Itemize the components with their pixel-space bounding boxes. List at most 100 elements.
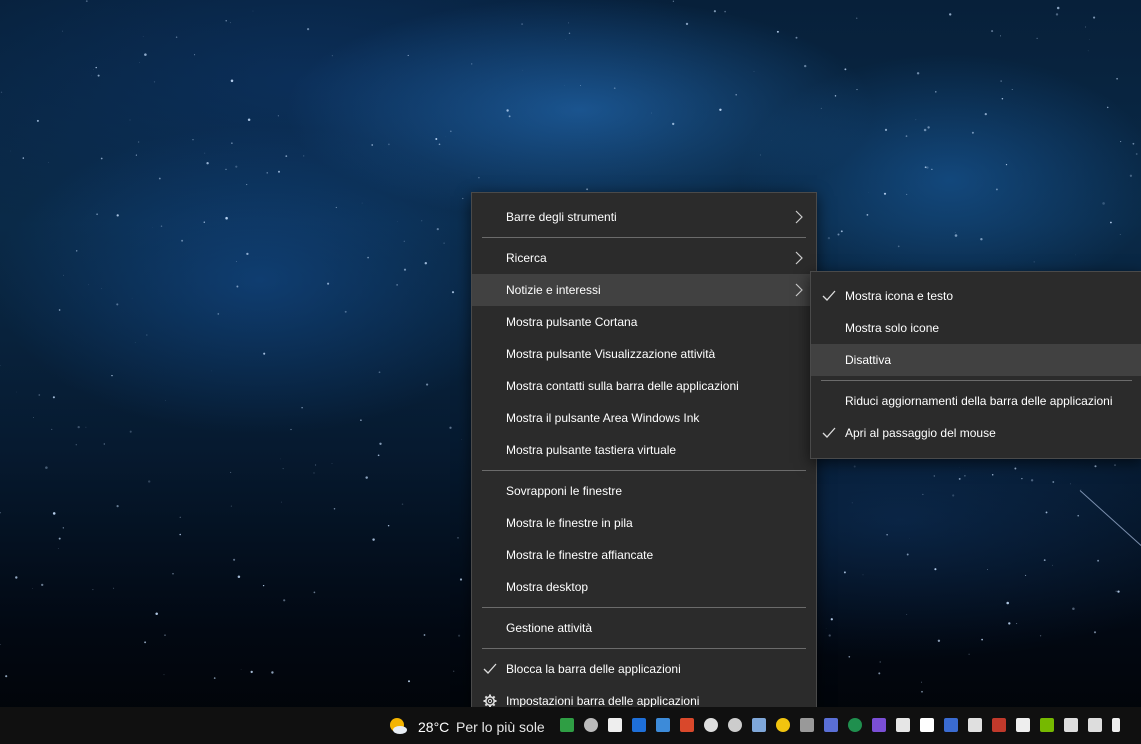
star — [1011, 88, 1013, 90]
menu-item-cascade[interactable]: Sovrapponi le finestre — [472, 475, 816, 507]
app-icon[interactable] — [728, 718, 742, 732]
checkmark-icon — [822, 290, 836, 301]
submenu-item-icon-and-text[interactable]: Mostra icona e testo — [811, 280, 1141, 312]
star — [407, 680, 411, 683]
menu-item-side-by-side[interactable]: Mostra le finestre affiancate — [472, 539, 816, 571]
app-icon[interactable] — [872, 718, 886, 732]
menu-item-stacked[interactable]: Mostra le finestre in pila — [472, 507, 816, 539]
star — [923, 128, 927, 132]
menu-item-contacts[interactable]: Mostra contatti sulla barra delle applic… — [472, 370, 816, 402]
star — [160, 225, 163, 227]
submenu-item-icon-only[interactable]: Mostra solo icone — [811, 312, 1141, 344]
star — [307, 28, 310, 31]
star — [137, 141, 140, 143]
app-icon[interactable] — [584, 718, 598, 732]
star — [915, 119, 917, 121]
star — [45, 466, 48, 469]
app-icon[interactable] — [992, 718, 1006, 732]
volume-icon[interactable] — [1088, 718, 1102, 732]
nvidia-icon[interactable] — [1040, 718, 1054, 732]
star — [131, 297, 133, 299]
star — [403, 240, 405, 242]
star — [906, 193, 908, 195]
menu-item-news-interests[interactable]: Notizie e interessi — [472, 274, 816, 306]
weather-description: Per lo più sole — [456, 719, 545, 735]
app-icon[interactable] — [968, 718, 982, 732]
star — [506, 109, 509, 112]
star — [175, 36, 178, 38]
app-icon[interactable] — [848, 718, 862, 732]
star — [129, 430, 132, 433]
star — [181, 239, 184, 242]
star — [931, 168, 933, 171]
star — [301, 407, 303, 409]
menu-item-label: Mostra il pulsante Area Windows Ink — [506, 411, 700, 425]
star — [95, 66, 97, 69]
menu-item-show-desktop[interactable]: Mostra desktop — [472, 571, 816, 603]
star — [206, 162, 209, 165]
menu-item-cortana[interactable]: Mostra pulsante Cortana — [472, 306, 816, 338]
star — [0, 512, 1, 514]
shield-icon[interactable] — [920, 718, 934, 732]
star — [1089, 39, 1090, 40]
star — [508, 115, 511, 118]
star — [225, 20, 227, 22]
star — [795, 36, 798, 39]
star — [285, 155, 288, 157]
star — [387, 524, 390, 527]
cloud-icon[interactable] — [608, 718, 622, 732]
menu-item-windows-ink[interactable]: Mostra il pulsante Area Windows Ink — [472, 402, 816, 434]
app-icon[interactable] — [1016, 718, 1030, 732]
menu-item-toolbars[interactable]: Barre degli strumenti — [472, 201, 816, 233]
star — [954, 234, 958, 237]
star — [1094, 465, 1097, 468]
teams-icon[interactable] — [824, 718, 838, 732]
star — [435, 138, 438, 140]
app-icon[interactable] — [776, 718, 790, 732]
app-icon[interactable] — [704, 718, 718, 732]
submenu-item-disable[interactable]: Disattiva — [811, 344, 1141, 376]
star — [92, 589, 94, 591]
star — [327, 282, 330, 285]
app-icon[interactable] — [560, 718, 574, 732]
star — [231, 142, 233, 144]
menu-item-touch-keyboard[interactable]: Mostra pulsante tastiera virtuale — [472, 434, 816, 466]
steam-icon[interactable] — [752, 718, 766, 732]
star — [91, 75, 92, 77]
star — [937, 639, 941, 642]
app-icon[interactable] — [944, 718, 958, 732]
star — [1129, 174, 1133, 177]
star — [401, 503, 404, 506]
airplane-icon[interactable] — [896, 718, 910, 732]
chevron-right-icon — [795, 283, 803, 297]
star — [878, 672, 881, 675]
star — [971, 131, 974, 134]
temperature-text: 28°C — [418, 719, 450, 735]
star — [1116, 77, 1118, 80]
star — [844, 68, 847, 71]
star — [449, 130, 452, 133]
submenu-item-open-on-hover[interactable]: Apri al passaggio del mouse — [811, 417, 1141, 449]
app-icon[interactable] — [680, 718, 694, 732]
star — [230, 79, 234, 83]
microphone-icon[interactable] — [1112, 718, 1120, 732]
star — [1052, 564, 1053, 566]
star — [378, 371, 381, 374]
submenu-item-reduce-updates[interactable]: Riduci aggiornamenti della barra delle a… — [811, 385, 1141, 417]
star — [568, 32, 571, 35]
menu-item-lock-taskbar[interactable]: Blocca la barra delle applicazioni — [472, 653, 816, 685]
star — [426, 383, 429, 386]
app-icon[interactable] — [656, 718, 670, 732]
star — [848, 655, 851, 658]
network-icon[interactable] — [1064, 718, 1078, 732]
star — [651, 112, 653, 114]
menu-item-search[interactable]: Ricerca — [472, 242, 816, 274]
star — [192, 139, 194, 141]
star — [924, 166, 927, 169]
star — [246, 252, 249, 256]
menu-item-task-view[interactable]: Mostra pulsante Visualizzazione attività — [472, 338, 816, 370]
app-icon[interactable] — [800, 718, 814, 732]
star — [879, 661, 881, 663]
app-icon[interactable] — [632, 718, 646, 732]
menu-item-task-manager[interactable]: Gestione attività — [472, 612, 816, 644]
